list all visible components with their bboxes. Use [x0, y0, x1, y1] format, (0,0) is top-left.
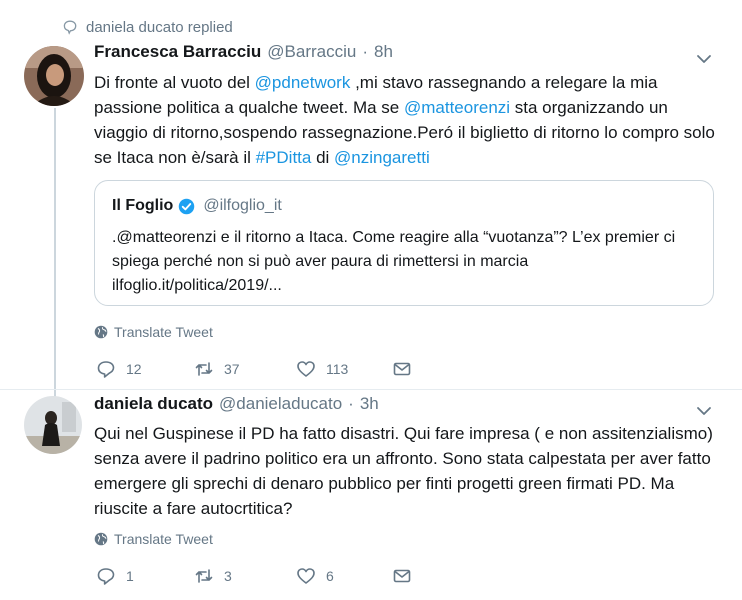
like-button[interactable]: 6: [296, 566, 334, 586]
chevron-down-icon[interactable]: [695, 402, 713, 420]
reply-count: 1: [126, 568, 134, 584]
tweet-text: Qui nel Guspinese il PD ha fatto disastr…: [94, 424, 713, 518]
separator-dot: ·: [362, 42, 369, 61]
retweet-count: 3: [224, 568, 232, 584]
chevron-down-icon[interactable]: [695, 50, 713, 68]
share-button[interactable]: [392, 566, 412, 586]
like-button[interactable]: 113: [296, 359, 348, 379]
quoted-tweet-text: .@matteorenzi e il ritorno a Itaca. Come…: [112, 229, 676, 294]
quoted-author-name: Il Foglio: [112, 197, 174, 214]
retweet-button[interactable]: 37: [194, 359, 240, 379]
avatar[interactable]: [24, 396, 82, 454]
author-handle[interactable]: @Barracciu: [267, 42, 356, 62]
reply-count: 12: [126, 361, 142, 377]
reply-icon: [97, 361, 115, 378]
tweet-actions: 1 3 6: [96, 566, 426, 588]
retweet-icon: [195, 362, 213, 376]
mention-link[interactable]: @matteorenzi: [404, 98, 510, 117]
reply-icon: [97, 568, 115, 585]
share-mail-icon: [393, 362, 411, 376]
separator-dot: ·: [348, 394, 354, 413]
mention-link[interactable]: @pdnetwork: [255, 73, 351, 92]
translate-tweet-link[interactable]: Translate Tweet: [94, 531, 213, 547]
avatar[interactable]: [24, 46, 84, 106]
like-count: 6: [326, 568, 334, 584]
thread-line: [54, 108, 56, 404]
reply-context-text: daniela ducato replied: [86, 18, 233, 36]
like-icon: [297, 568, 315, 584]
quoted-tweet[interactable]: Il Foglio @ilfoglio_it .@matteorenzi e i…: [94, 180, 714, 306]
retweet-icon: [195, 569, 213, 583]
tweet-text: Di fronte al vuoto del @pdnetwork ,mi st…: [94, 70, 724, 170]
mention-link[interactable]: @nzingaretti: [334, 148, 430, 167]
translate-tweet-link[interactable]: Translate Tweet: [94, 324, 213, 340]
timestamp[interactable]: 8h: [374, 42, 393, 62]
tweet-divider: [0, 389, 742, 390]
translate-label: Translate Tweet: [114, 324, 213, 340]
retweet-count: 37: [224, 361, 240, 377]
translate-label: Translate Tweet: [114, 531, 213, 547]
text-segment: Di fronte al vuoto del: [94, 73, 255, 92]
retweet-button[interactable]: 3: [194, 566, 232, 586]
hashtag-link[interactable]: #PDitta: [256, 148, 312, 167]
globe-icon: [94, 325, 108, 339]
share-button[interactable]: [392, 359, 412, 379]
author-name[interactable]: daniela ducato: [94, 394, 213, 414]
reply-context[interactable]: daniela ducato replied: [62, 16, 233, 38]
author-name[interactable]: Francesca Barracciu: [94, 42, 261, 62]
like-icon: [297, 361, 315, 377]
tweet-header: Francesca Barracciu @Barracciu · 8h: [94, 42, 393, 62]
author-handle[interactable]: @danieladucato: [219, 394, 342, 414]
speech-bubble-icon: [63, 20, 77, 35]
tweet-header: daniela ducato @danieladucato · 3h: [94, 394, 379, 414]
reply-button[interactable]: 12: [96, 359, 142, 379]
share-mail-icon: [393, 569, 411, 583]
reply-button[interactable]: 1: [96, 566, 134, 586]
verified-badge-icon: [179, 198, 195, 214]
timestamp[interactable]: 3h: [360, 394, 379, 414]
text-segment: di: [311, 148, 335, 167]
globe-icon: [94, 532, 108, 546]
tweet-actions: 12 37 113: [96, 359, 426, 381]
like-count: 113: [326, 361, 349, 377]
quoted-author-handle: @ilfoglio_it: [203, 197, 282, 214]
quoted-tweet-header: Il Foglio @ilfoglio_it: [112, 197, 282, 215]
